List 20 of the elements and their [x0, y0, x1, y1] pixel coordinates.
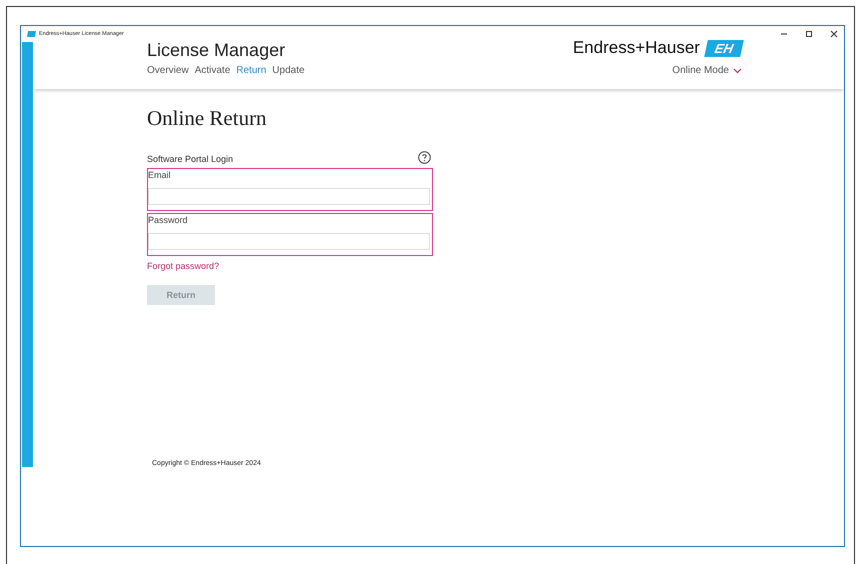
logo-icon — [27, 31, 36, 37]
maximize-icon[interactable] — [805, 30, 813, 38]
brand-name: Endress+Hauser — [572, 38, 700, 58]
mode-dropdown[interactable]: Online Mode — [672, 65, 742, 76]
page-title: Online Return — [147, 106, 267, 131]
close-icon[interactable] — [830, 30, 838, 38]
nav-tab[interactable]: Update — [272, 65, 305, 76]
help-icon[interactable] — [418, 150, 431, 164]
input-field[interactable] — [148, 188, 430, 205]
brand-logo: EH — [704, 40, 744, 56]
input-field[interactable] — [148, 233, 430, 250]
field-label: Password — [148, 215, 189, 226]
field-label: Email — [148, 170, 172, 181]
nav-tab[interactable]: Activate — [194, 65, 230, 76]
chevron-down-icon — [733, 68, 742, 74]
section-label: Software Portal Login — [147, 154, 234, 164]
nav-tab[interactable]: Overview — [147, 65, 189, 76]
nav-tab[interactable]: Return — [236, 65, 266, 76]
app-title: License Manager — [147, 40, 286, 61]
forgot-password-link[interactable]: Forgot password? — [147, 261, 220, 271]
